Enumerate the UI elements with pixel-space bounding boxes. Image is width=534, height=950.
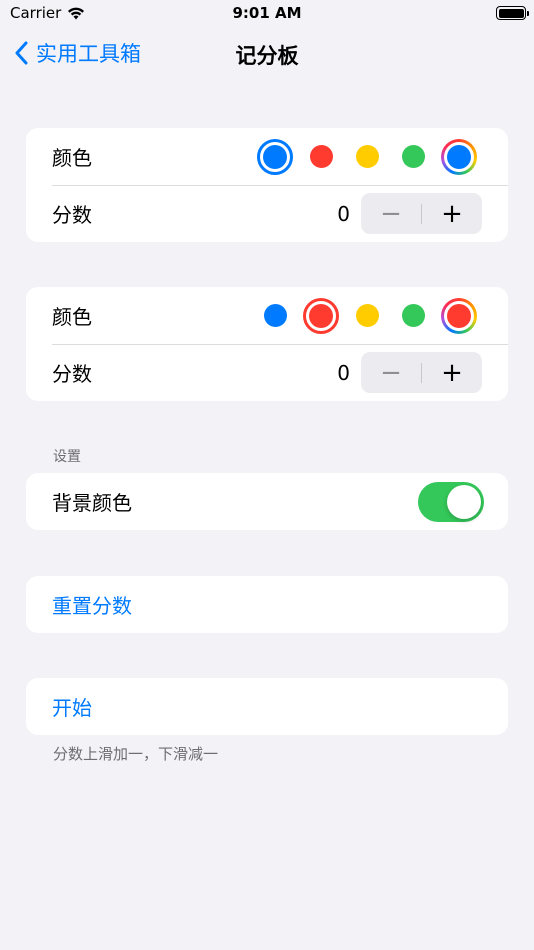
player1-decrement-button[interactable]: −: [361, 193, 421, 234]
player1-score-label: 分数: [52, 203, 92, 227]
player2-color-row: 颜色: [26, 287, 508, 344]
status-bar: Carrier 9:01 AM: [0, 0, 534, 28]
footer-hint: 分数上滑加一，下滑减一: [53, 745, 219, 763]
player2-color-yellow[interactable]: [344, 293, 390, 339]
player2-score-label: 分数: [52, 362, 92, 386]
player1-color-green[interactable]: [390, 134, 436, 180]
color-wheel-icon: [441, 138, 477, 175]
color-wheel-icon: [441, 297, 477, 334]
player2-score-stepper: − +: [361, 352, 482, 393]
player1-color-red[interactable]: [298, 134, 344, 180]
reset-score-button[interactable]: 重置分数: [52, 590, 132, 619]
player2-color-green[interactable]: [390, 293, 436, 339]
background-color-label: 背景颜色: [52, 491, 132, 515]
background-color-toggle[interactable]: [418, 482, 484, 522]
player1-score-row: 分数 0 − +: [26, 185, 508, 242]
player2-decrement-button[interactable]: −: [361, 352, 421, 393]
start-button[interactable]: 开始: [52, 692, 92, 721]
player1-score-value: 0: [337, 201, 350, 226]
player1-color-yellow[interactable]: [344, 134, 390, 180]
player1-custom-color-picker[interactable]: [436, 134, 482, 180]
player2-color-blue[interactable]: [252, 293, 298, 339]
page-title: 记分板: [235, 44, 299, 68]
player2-card: 颜色 分数 0 − +: [26, 287, 508, 401]
player2-color-red[interactable]: [298, 293, 344, 339]
settings-section-header: 设置: [53, 449, 81, 465]
player1-color-row: 颜色: [26, 128, 508, 185]
player2-score-row: 分数 0 − +: [26, 344, 508, 401]
background-color-row: 背景颜色: [26, 473, 508, 530]
start-row[interactable]: 开始: [26, 678, 508, 735]
player2-color-label: 颜色: [52, 305, 92, 329]
start-card: 开始: [26, 678, 508, 735]
player2-color-picker: [252, 287, 482, 344]
reset-row[interactable]: 重置分数: [26, 576, 508, 633]
player1-color-blue[interactable]: [252, 134, 298, 180]
player1-color-picker: [252, 128, 482, 185]
settings-card: 背景颜色: [26, 473, 508, 530]
navigation-bar: 实用工具箱 记分板: [0, 28, 534, 80]
player1-color-label: 颜色: [52, 146, 92, 170]
player1-increment-button[interactable]: +: [422, 193, 482, 234]
reset-card: 重置分数: [26, 576, 508, 633]
player1-score-stepper: − +: [361, 193, 482, 234]
clock: 9:01 AM: [232, 4, 302, 22]
player2-custom-color-picker[interactable]: [436, 293, 482, 339]
player2-score-value: 0: [337, 360, 350, 385]
player2-increment-button[interactable]: +: [422, 352, 482, 393]
battery-icon: [496, 6, 529, 20]
player1-card: 颜色 分数 0 − +: [26, 128, 508, 242]
